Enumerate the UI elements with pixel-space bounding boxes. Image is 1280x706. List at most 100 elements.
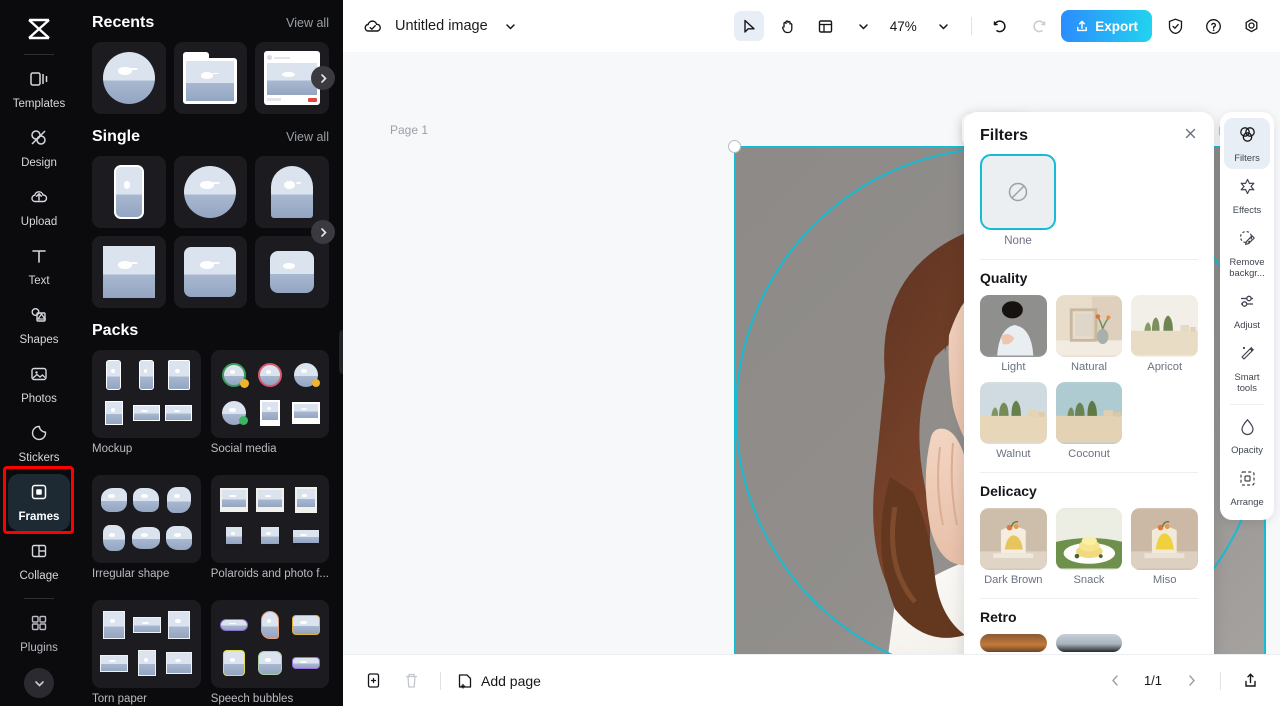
filter-item-light[interactable]: Light: [980, 295, 1047, 373]
bottom-bar: Add page 1/1: [343, 654, 1280, 706]
sidebar-item-label: Templates: [12, 98, 66, 110]
toolbar-divider: [971, 17, 973, 35]
app-root: Templates Design Upload Text Shapes Phot…: [0, 0, 1280, 706]
pack-item-mockup[interactable]: Mockup: [92, 350, 201, 465]
sidebar-item-plugins[interactable]: Plugins: [8, 605, 70, 662]
prev-page-button[interactable]: [1101, 667, 1129, 695]
section-title: Single: [92, 128, 141, 145]
sidebar-item-frames[interactable]: Frames: [8, 474, 70, 531]
zoom-dropdown-caret[interactable]: [928, 11, 958, 41]
pack-item-polaroids[interactable]: Polaroids and photo f...: [210, 475, 329, 590]
sidebar-item-shapes[interactable]: Shapes: [8, 297, 70, 354]
sidebar-item-templates[interactable]: Templates: [8, 61, 70, 118]
title-dropdown-caret[interactable]: [496, 11, 526, 41]
opacity-drop-icon: [1238, 417, 1257, 441]
frame-thumb-circle[interactable]: [92, 42, 166, 114]
trash-icon: [405, 673, 417, 688]
resize-handle-top-left[interactable]: [728, 140, 741, 153]
layout-tool-button[interactable]: [810, 11, 840, 41]
rail-expand-button[interactable]: [24, 668, 54, 698]
next-page-button[interactable]: [1177, 667, 1205, 695]
filters-circles-icon: [1238, 125, 1257, 149]
filter-item-natural[interactable]: Natural: [1055, 295, 1123, 373]
view-all-link-recents[interactable]: View all: [286, 16, 329, 30]
shield-check-icon[interactable]: [1160, 11, 1190, 41]
settings-gear-icon[interactable]: [1236, 11, 1266, 41]
zoom-level-value[interactable]: 47%: [886, 19, 920, 34]
filters-divider-3: [980, 598, 1198, 599]
chevron-left-icon: [1111, 675, 1118, 686]
filter-item-dark-brown[interactable]: Dark Brown: [980, 508, 1047, 586]
pack-item-torn-paper[interactable]: Torn paper: [92, 600, 201, 706]
tool-filters[interactable]: Filters: [1224, 118, 1270, 169]
bottom-divider-2: [1220, 671, 1221, 690]
filter-group-delicacy: Dark Brown Snack Miso: [980, 508, 1198, 586]
frame-thumb-rounded-rect[interactable]: [92, 156, 166, 228]
tool-arrange[interactable]: Arrange: [1224, 462, 1270, 513]
add-page-button[interactable]: Add page: [456, 672, 541, 690]
filter-item-retro-2[interactable]: [1055, 634, 1123, 652]
sidebar-item-design[interactable]: Design: [8, 120, 70, 177]
pack-preview: [92, 350, 201, 438]
export-button[interactable]: Export: [1061, 10, 1152, 42]
help-circle-icon[interactable]: [1198, 11, 1228, 41]
page-indicator: 1/1: [1143, 673, 1163, 688]
sidebar-item-upload[interactable]: Upload: [8, 179, 70, 236]
frame-thumb-rounded-square[interactable]: [173, 236, 248, 308]
section-title: Packs: [92, 322, 139, 339]
panel-collapse-handle[interactable]: [339, 330, 343, 374]
pack-item-speech-bubbles[interactable]: Speech bubbles: [210, 600, 329, 706]
filter-label: None: [1004, 235, 1032, 247]
filter-thumb: [1055, 634, 1123, 652]
tool-opacity[interactable]: Opacity: [1224, 410, 1270, 461]
recents-grid: [92, 42, 335, 114]
sidebar-item-photos[interactable]: Photos: [8, 356, 70, 413]
filter-item-apricot[interactable]: Apricot: [1131, 295, 1198, 373]
sidebar-item-text[interactable]: Text: [8, 238, 70, 295]
tool-effects[interactable]: Effects: [1224, 170, 1270, 221]
view-all-link-single[interactable]: View all: [286, 130, 329, 144]
tool-remove-background[interactable]: Remove backgr...: [1224, 222, 1270, 284]
undo-button[interactable]: [985, 11, 1015, 41]
layout-dropdown-caret[interactable]: [848, 11, 878, 41]
filter-item-none[interactable]: None: [980, 154, 1198, 247]
sidebar-item-label: Design: [21, 157, 57, 169]
filter-item-retro-1[interactable]: [980, 634, 1047, 652]
redo-button[interactable]: [1023, 11, 1053, 41]
frame-thumb-folder[interactable]: [173, 42, 248, 114]
tool-smart-tools[interactable]: Smart tools: [1224, 337, 1270, 399]
filters-divider: [980, 259, 1198, 260]
recents-next-button[interactable]: [311, 66, 335, 90]
sidebar-item-collage[interactable]: Collage: [8, 533, 70, 590]
frame-thumb-arch[interactable]: [255, 156, 329, 228]
filter-item-miso[interactable]: Miso: [1131, 508, 1198, 586]
filter-thumb: [980, 295, 1047, 357]
tool-adjust[interactable]: Adjust: [1224, 285, 1270, 336]
frame-thumb-square[interactable]: [92, 236, 166, 308]
export-arrow-icon[interactable]: [1236, 667, 1264, 695]
hand-tool-button[interactable]: [772, 11, 802, 41]
cloud-saved-icon[interactable]: [357, 11, 387, 41]
page-label: Page 1: [390, 123, 429, 137]
close-icon[interactable]: [1183, 126, 1198, 146]
duplicate-icon[interactable]: [359, 667, 387, 695]
pack-preview: [210, 350, 329, 438]
capcut-logo-icon[interactable]: [19, 10, 59, 48]
filter-thumb: [980, 508, 1047, 570]
effects-star-icon: [1238, 177, 1257, 201]
filter-thumb: [980, 382, 1047, 444]
document-title[interactable]: Untitled image: [395, 18, 488, 34]
single-next-button[interactable]: [311, 220, 335, 244]
filter-item-snack[interactable]: Snack: [1055, 508, 1123, 586]
filters-header: Filters: [964, 112, 1214, 154]
filter-item-walnut[interactable]: Walnut: [980, 382, 1047, 460]
arrange-icon: [1238, 469, 1257, 493]
pack-item-social-media[interactable]: Social media: [210, 350, 329, 465]
select-tool-button[interactable]: [734, 11, 765, 41]
delete-icon[interactable]: [397, 667, 425, 695]
frame-thumb-rounded-square-2[interactable]: [255, 236, 329, 308]
sidebar-item-stickers[interactable]: Stickers: [8, 415, 70, 472]
frame-thumb-circle-2[interactable]: [173, 156, 248, 228]
pack-item-irregular-shape[interactable]: Irregular shape: [92, 475, 201, 590]
filter-item-coconut[interactable]: Coconut: [1055, 382, 1123, 460]
